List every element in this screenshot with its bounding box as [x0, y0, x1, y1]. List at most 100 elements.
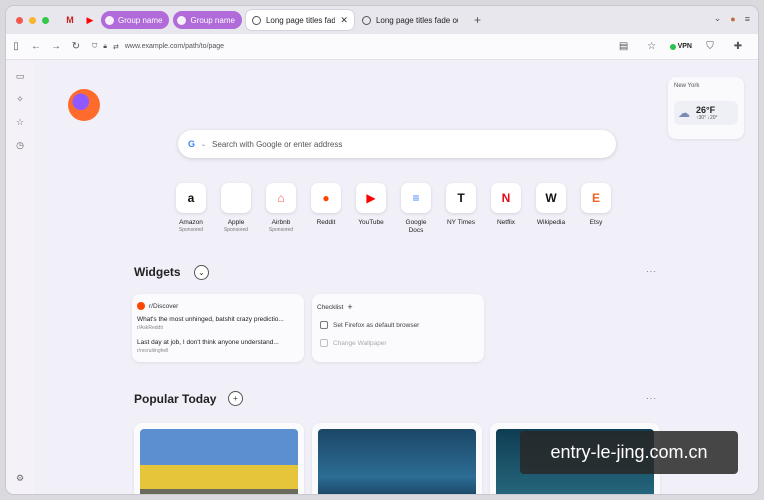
vpn-status-icon	[669, 43, 676, 50]
tabstrip-right-controls: ⌄ ● ≡	[714, 13, 750, 24]
tab-group-label: Group name	[190, 15, 235, 25]
shortcut-reddit[interactable]: ● Reddit	[309, 183, 343, 235]
reddit-icon	[137, 302, 145, 310]
toolbar-right: ▤ ☆ VPN ⛉ ✚	[614, 41, 748, 52]
sponsored-label: Sponsored	[268, 227, 294, 233]
shortcut-label: Google Docs	[405, 219, 427, 234]
window-controls	[16, 16, 49, 24]
search-placeholder: Search with Google or enter address	[212, 139, 343, 149]
search-input[interactable]: G ⌄ Search with Google or enter address	[178, 130, 616, 158]
weather-row: ☁ 26°F ↑30° ↓20°	[674, 101, 738, 125]
group-icon	[105, 15, 114, 25]
new-tab-button[interactable]: +	[474, 13, 481, 27]
shortcut-wikipedia[interactable]: W Wikipedia	[534, 183, 568, 235]
google-icon[interactable]: G	[188, 139, 195, 149]
nav-toolbar: ▯ ← → ↻ ⛉ 🔒︎ ⇄ www.example.com/path/to/p…	[6, 34, 758, 60]
close-tab-icon[interactable]: ✕	[340, 15, 348, 26]
weather-widget[interactable]: New York ☁ 26°F ↑30° ↓20°	[668, 77, 744, 139]
list-item[interactable]: What's the most unhinged, batshit crazy …	[132, 314, 304, 337]
checkbox[interactable]	[320, 339, 328, 347]
chevron-down-icon[interactable]: ⌄	[201, 141, 206, 148]
popular-more-icon[interactable]: ···	[646, 394, 657, 403]
tab-active[interactable]: Long page titles fade out ✕	[245, 10, 354, 30]
shortcut-label: Netflix	[496, 219, 516, 226]
etsy-icon: E	[581, 183, 611, 213]
add-icon[interactable]: +	[347, 302, 352, 312]
globe-icon	[251, 15, 261, 25]
popular-add-button[interactable]: +	[228, 391, 243, 406]
shortcut-label: Apple	[227, 219, 245, 226]
shortcut-label: YouTube	[358, 219, 384, 226]
story-image	[318, 429, 476, 494]
reddit-icon: ●	[311, 183, 341, 213]
reload-icon[interactable]: ↻	[66, 41, 86, 52]
weather-city: New York	[674, 83, 700, 89]
back-icon[interactable]: ←	[26, 41, 46, 52]
list-all-tabs-icon[interactable]: ⌄	[714, 13, 722, 24]
reddit-source: r/Discover	[149, 302, 179, 310]
shortcut-label: Reddit	[316, 219, 336, 226]
maximize-window-button[interactable]	[42, 16, 49, 24]
close-window-button[interactable]	[16, 16, 23, 24]
story-image	[140, 429, 298, 494]
reddit-widget-header: r/Discover	[132, 294, 304, 314]
bookmarks-star-icon[interactable]: ☆	[16, 117, 24, 128]
shortcut-etsy[interactable]: E Etsy	[579, 183, 613, 235]
shortcut-amazon[interactable]: a Amazon Sponsored	[174, 183, 208, 235]
extensions-icon[interactable]: ✚	[728, 41, 748, 52]
gmail-icon[interactable]: M	[61, 11, 79, 29]
weather-hilo: ↑30° ↓20°	[696, 115, 718, 121]
bookmark-star-icon[interactable]: ☆	[642, 41, 662, 52]
minimize-window-button[interactable]	[29, 16, 36, 24]
new-tab-page: New York ☁ 26°F ↑30° ↓20° G ⌄ Search wit…	[34, 61, 758, 494]
tab-inactive[interactable]: Long page titles fade out	[356, 10, 464, 30]
ny-times-icon: T	[446, 183, 476, 213]
widgets-collapse-button[interactable]: ⌄	[194, 265, 209, 280]
sidebar-toggle-icon[interactable]: ▯	[6, 41, 26, 52]
story-card[interactable]	[134, 423, 304, 494]
ai-sparkle-icon[interactable]: ✧	[16, 94, 24, 105]
vpn-button[interactable]: VPN	[669, 43, 692, 50]
forward-icon[interactable]: →	[46, 41, 66, 52]
netflix-icon: N	[491, 183, 521, 213]
url-bar[interactable]: ⛉ 🔒︎ ⇄ www.example.com/path/to/page	[92, 43, 614, 51]
checkbox[interactable]	[320, 321, 328, 329]
shortcut-airbnb[interactable]: ⌂ Airbnb Sponsored	[264, 183, 298, 235]
permissions-icon[interactable]: ⇄	[113, 43, 119, 51]
tab-group-1[interactable]: Group name	[101, 11, 170, 29]
vpn-label: VPN	[677, 43, 692, 50]
checklist-item-label: Change Wallpaper	[333, 339, 387, 347]
checklist-title: Checklist	[317, 303, 344, 311]
menu-icon[interactable]: ≡	[745, 14, 750, 24]
url-text: www.example.com/path/to/page	[124, 43, 225, 50]
shortcut-youtube[interactable]: ▶ YouTube	[354, 183, 388, 235]
tab-group-2[interactable]: Group name	[173, 11, 242, 29]
widgets-more-icon[interactable]: ···	[646, 267, 657, 276]
story-card[interactable]	[312, 423, 482, 494]
shortcut-label: Wikipedia	[536, 219, 566, 226]
shield-icon[interactable]: ⛉	[700, 41, 720, 52]
shortcut-apple[interactable]: Apple Sponsored	[219, 183, 253, 235]
watermark-text: entry-le-jing.com.cn	[520, 431, 738, 474]
reader-view-icon[interactable]: ▤	[614, 41, 634, 52]
tabs-icon[interactable]: ▭	[16, 71, 25, 82]
settings-gear-icon[interactable]: ⚙	[16, 473, 24, 484]
checklist-item[interactable]: Set Firefox as default browser	[312, 316, 484, 334]
shortcut-ny-times[interactable]: T NY Times	[444, 183, 478, 235]
browser-window: M ▶ Group name Group name Long page titl…	[6, 6, 758, 494]
youtube-icon[interactable]: ▶	[81, 11, 99, 29]
post-title: Last day at job, I don't think anyone un…	[137, 339, 279, 346]
account-icon[interactable]: ●	[730, 14, 735, 24]
post-title: What's the most unhinged, batshit crazy …	[137, 316, 284, 323]
shortcut-netflix[interactable]: N Netflix	[489, 183, 523, 235]
shield-icon[interactable]: ⛉	[92, 43, 97, 51]
checklist-item[interactable]: Change Wallpaper	[312, 334, 484, 352]
list-item[interactable]: Last day at job, I don't think anyone un…	[132, 337, 304, 360]
firefox-logo-icon	[68, 89, 100, 121]
tab-title: Long page titles fade out	[375, 15, 458, 25]
history-icon[interactable]: ◷	[16, 140, 24, 151]
shortcut-google-docs[interactable]: ≡ Google Docs	[399, 183, 433, 235]
sidebar: ▭ ✧ ☆ ◷ ⚙	[6, 61, 34, 494]
lock-icon[interactable]: 🔒︎	[103, 43, 107, 51]
sponsored-label: Sponsored	[223, 227, 249, 233]
